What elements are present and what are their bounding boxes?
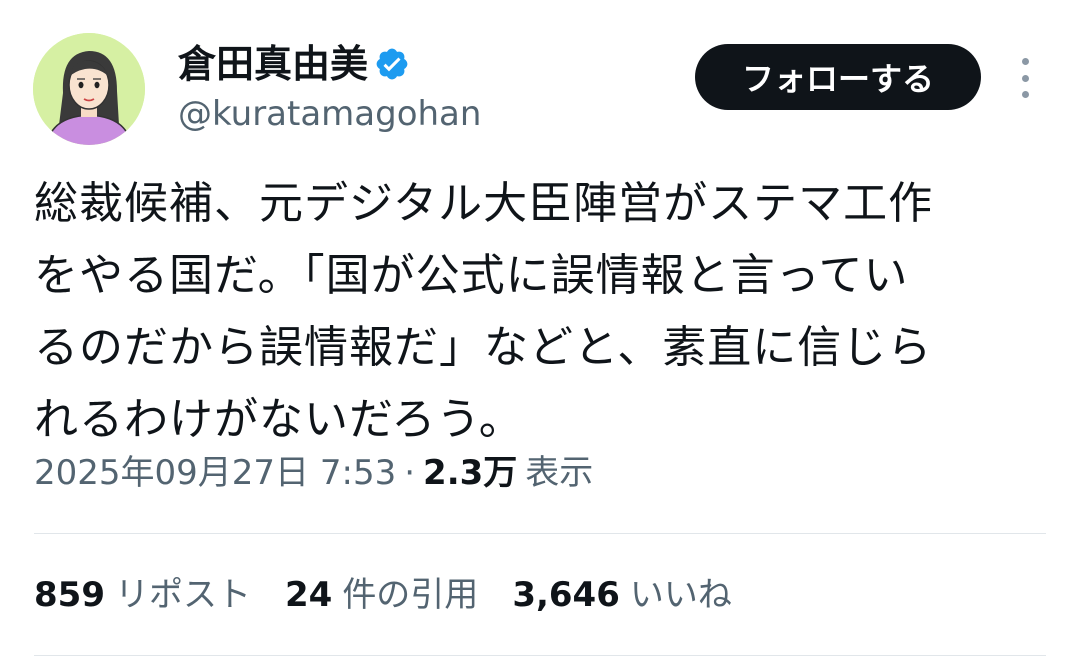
likes-stat[interactable]: 3,646 いいね [512, 572, 732, 618]
reposts-count: 859 [34, 575, 105, 615]
follow-button[interactable]: フォローする [695, 44, 981, 110]
author-handle[interactable]: @kuratamagohan [178, 92, 481, 136]
engagement-stats: 859 リポスト 24 件の引用 3,646 いいね [34, 572, 766, 618]
author-name-row: 倉田真由美 [178, 40, 410, 88]
tweet-text: 総裁候補、元デジタル大臣陣営がステマ工作 をやる国だ。「国が公式に誤情報と言って… [34, 168, 1044, 456]
divider [34, 655, 1046, 656]
tweet-text-line: れるわけがないだろう。 [34, 394, 524, 445]
verified-badge-icon [374, 46, 410, 82]
tweet-meta: 2025年09月27日 7:53 · 2.3万 表示 [34, 450, 593, 496]
likes-count: 3,646 [512, 575, 620, 615]
divider [34, 533, 1046, 534]
more-options-icon[interactable] [1010, 58, 1040, 98]
avatar-illustration [33, 33, 145, 145]
views-count: 2.3万 [423, 453, 518, 493]
more-dot [1021, 58, 1029, 65]
author-display-name[interactable]: 倉田真由美 [178, 40, 368, 88]
avatar[interactable] [33, 33, 145, 145]
views-label: 表示 [525, 453, 594, 493]
reposts-stat[interactable]: 859 リポスト [34, 572, 251, 618]
reposts-label: リポスト [114, 575, 251, 615]
quotes-label: 件の引用 [342, 575, 479, 615]
quotes-stat[interactable]: 24 件の引用 [285, 572, 478, 618]
quotes-count: 24 [284, 575, 333, 615]
meta-separator: · [404, 453, 416, 493]
tweet-text-line: をやる国だ。「国が公式に誤情報と言ってい [34, 250, 909, 301]
more-dot [1021, 91, 1029, 98]
likes-label: いいね [629, 575, 732, 615]
tweet-timestamp[interactable]: 2025年09月27日 7:53 [34, 450, 396, 496]
tweet-card: 倉田真由美 @kuratamagohan フォローする 総裁候補、元デジタル大臣… [0, 0, 1080, 662]
more-dot [1021, 74, 1029, 82]
tweet-text-line: 総裁候補、元デジタル大臣陣営がステマ工作 [34, 178, 934, 229]
tweet-text-line: るのだから誤情報だ」などと、素直に信じら [34, 322, 933, 373]
